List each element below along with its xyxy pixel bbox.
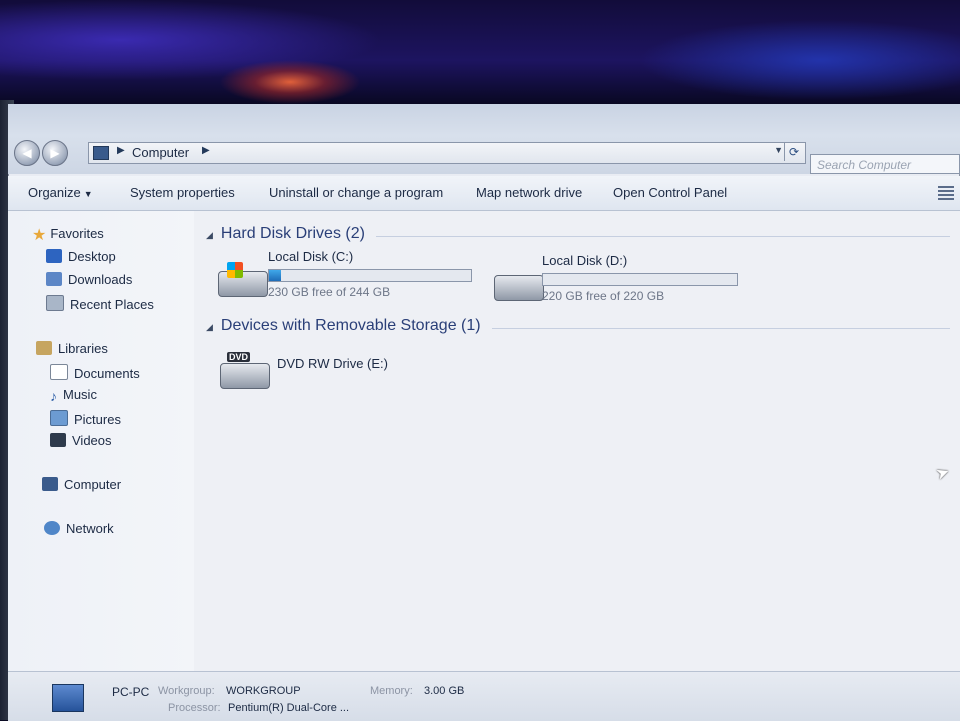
pc-name: PC-PC bbox=[112, 685, 150, 699]
chevron-right-icon: ▶ bbox=[117, 145, 125, 156]
windows-logo-icon bbox=[227, 262, 243, 278]
nav-item-libraries[interactable]: Libraries bbox=[36, 341, 108, 356]
group-header-removable-storage[interactable]: ◢ Devices with Removable Storage (1) bbox=[206, 317, 481, 335]
title-bar: ◀ ▶ ▶ Computer ▶ ▼ ⟳ Search Computer bbox=[8, 104, 960, 174]
nav-label: Pictures bbox=[74, 412, 121, 427]
videos-icon bbox=[50, 433, 66, 447]
nav-label: Desktop bbox=[68, 249, 116, 264]
group-divider bbox=[376, 236, 950, 237]
nav-label: Videos bbox=[72, 433, 112, 448]
group-header-hard-disk-drives[interactable]: ◢ Hard Disk Drives (2) bbox=[206, 225, 365, 243]
organize-button[interactable]: Organize ▼ bbox=[28, 185, 93, 200]
nav-label: Network bbox=[66, 521, 114, 536]
command-bar: Organize ▼ System properties Uninstall or… bbox=[8, 176, 960, 211]
group-label: Devices with Removable Storage (1) bbox=[220, 317, 481, 334]
drive-d-usage-bar bbox=[542, 273, 738, 286]
nav-label: Downloads bbox=[68, 272, 133, 287]
nav-label: Documents bbox=[74, 366, 140, 381]
workgroup-label: Workgroup: bbox=[158, 685, 215, 697]
memory-label: Memory: bbox=[370, 685, 413, 697]
forward-button[interactable]: ▶ bbox=[42, 140, 68, 166]
refresh-icon[interactable]: ⟳ bbox=[784, 143, 803, 161]
navigation-pane: ★ Favorites Desktop Downloads Recent Plac… bbox=[8, 211, 194, 671]
desktop-wallpaper bbox=[0, 0, 960, 110]
collapse-triangle-icon: ◢ bbox=[206, 322, 213, 332]
uninstall-program-button[interactable]: Uninstall or change a program bbox=[269, 185, 443, 200]
recent-places-icon bbox=[46, 295, 64, 311]
open-control-panel-button[interactable]: Open Control Panel bbox=[613, 185, 727, 200]
drive-c-name[interactable]: Local Disk (C:) bbox=[268, 249, 353, 264]
explorer-window: ◀ ▶ ▶ Computer ▶ ▼ ⟳ Search Computer Org… bbox=[8, 104, 960, 721]
nav-item-documents[interactable]: Documents bbox=[50, 364, 140, 381]
nav-label: Music bbox=[63, 387, 97, 402]
nav-label: Recent Places bbox=[70, 297, 154, 312]
processor-label: Processor: bbox=[168, 702, 221, 714]
chevron-down-icon[interactable]: ▼ bbox=[774, 145, 783, 155]
search-input[interactable]: Search Computer bbox=[810, 154, 960, 174]
nav-item-recent-places[interactable]: Recent Places bbox=[46, 295, 154, 312]
pictures-icon bbox=[50, 410, 68, 426]
dvd-tag: DVD bbox=[227, 352, 251, 362]
system-properties-button[interactable]: System properties bbox=[130, 185, 235, 200]
computer-icon bbox=[93, 146, 109, 160]
nav-item-pictures[interactable]: Pictures bbox=[50, 410, 121, 427]
group-divider bbox=[492, 328, 950, 329]
nav-item-favorites[interactable]: ★ Favorites bbox=[32, 225, 104, 245]
group-label: Hard Disk Drives (2) bbox=[220, 225, 365, 242]
organize-label: Organize bbox=[28, 185, 81, 200]
star-icon: ★ bbox=[32, 227, 47, 244]
nav-label: Favorites bbox=[50, 226, 104, 241]
details-pane: PC-PC Workgroup: WORKGROUP Memory: 3.00 … bbox=[8, 671, 960, 721]
memory-value: 3.00 GB bbox=[424, 685, 465, 697]
back-button[interactable]: ◀ bbox=[14, 140, 40, 166]
hard-drive-icon[interactable] bbox=[218, 262, 268, 297]
computer-icon bbox=[42, 477, 58, 491]
desktop-icon bbox=[46, 249, 62, 263]
nav-item-network[interactable]: Network bbox=[44, 521, 114, 536]
downloads-icon bbox=[46, 272, 62, 286]
content-pane: ◢ Hard Disk Drives (2) Local Disk (C:) 23… bbox=[194, 211, 960, 671]
documents-icon bbox=[50, 364, 68, 380]
dvd-drive-name[interactable]: DVD RW Drive (E:) bbox=[277, 356, 388, 371]
address-bar[interactable]: ▶ Computer ▶ ▼ ⟳ bbox=[88, 142, 806, 164]
processor-value: Pentium(R) Dual-Core ... bbox=[228, 702, 350, 714]
change-view-icon[interactable] bbox=[938, 186, 954, 200]
nav-label: Libraries bbox=[58, 341, 108, 356]
drive-d-name[interactable]: Local Disk (D:) bbox=[542, 253, 627, 268]
breadcrumb-computer[interactable]: Computer bbox=[132, 145, 189, 160]
drive-c-usage-fill bbox=[269, 270, 281, 281]
music-icon: ♪ bbox=[50, 388, 57, 404]
mouse-cursor-icon: ➤ bbox=[933, 463, 953, 484]
libraries-icon bbox=[36, 341, 52, 355]
chevron-down-icon: ▼ bbox=[83, 189, 93, 199]
dvd-drive-icon[interactable]: DVD bbox=[220, 352, 270, 389]
nav-item-computer[interactable]: Computer bbox=[42, 477, 121, 492]
computer-icon bbox=[52, 684, 84, 712]
workgroup-value: WORKGROUP bbox=[226, 685, 301, 697]
nav-item-videos[interactable]: Videos bbox=[50, 433, 112, 448]
hard-drive-icon[interactable] bbox=[494, 275, 544, 301]
nav-item-desktop[interactable]: Desktop bbox=[46, 249, 116, 264]
nav-label: Computer bbox=[64, 477, 122, 492]
drive-c-usage-bar bbox=[268, 269, 472, 282]
drive-c-free-space: 230 GB free of 244 GB bbox=[268, 285, 391, 299]
map-network-drive-button[interactable]: Map network drive bbox=[476, 185, 582, 200]
collapse-triangle-icon: ◢ bbox=[206, 230, 213, 240]
nav-item-downloads[interactable]: Downloads bbox=[46, 272, 132, 287]
drive-d-free-space: 220 GB free of 220 GB bbox=[542, 289, 665, 303]
chevron-right-icon[interactable]: ▶ bbox=[202, 145, 210, 156]
network-icon bbox=[44, 521, 60, 535]
nav-item-music[interactable]: ♪ Music bbox=[50, 387, 97, 404]
